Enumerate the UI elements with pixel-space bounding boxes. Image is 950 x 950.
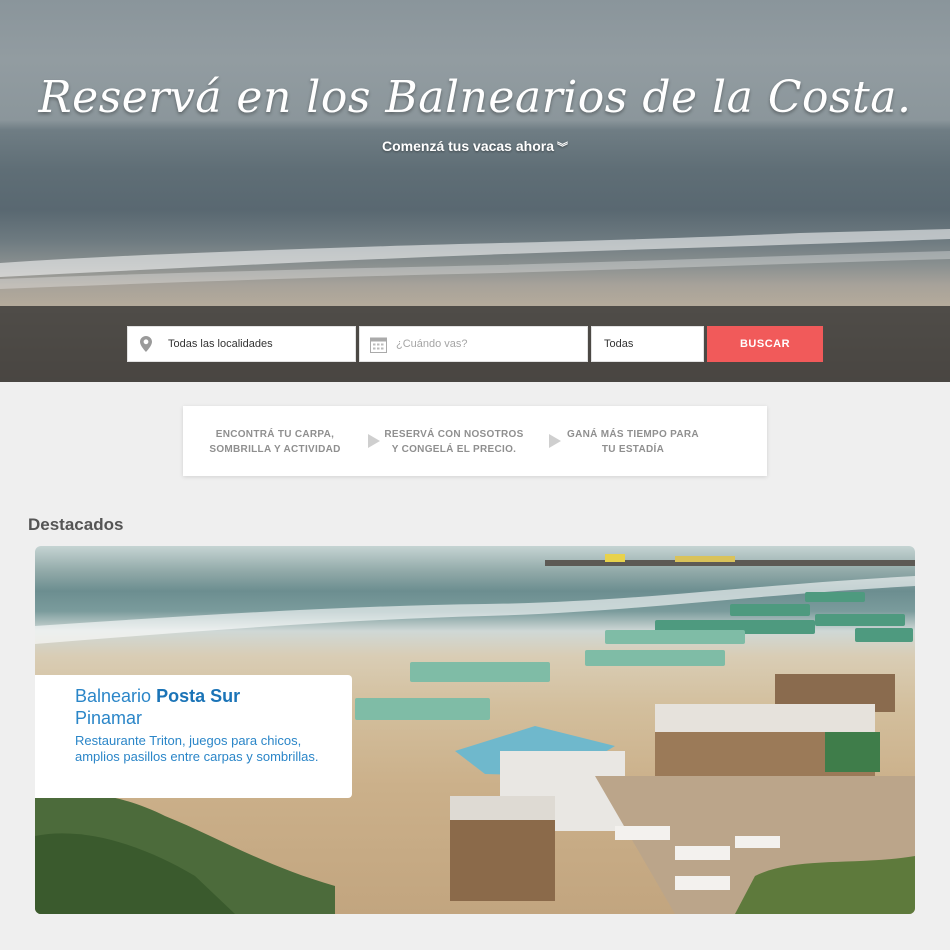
search-bar: Todas las localidades ¿Cuándo vas? Todas… [0,306,950,382]
how-it-works-steps: ENCONTRÁ TU CARPA, SOMBRILLA Y ACTIVIDAD… [183,406,767,476]
sea-waves-decoration [0,229,950,289]
location-select[interactable]: Todas las localidades [127,326,356,362]
balneario-name-bold: Posta Sur [156,686,241,706]
date-input[interactable]: ¿Cuándo vas? [359,326,588,362]
search-button[interactable]: BUSCAR [707,326,823,362]
balneario-name: Balneario Posta Sur [75,685,340,707]
featured-section-title: Destacados [28,515,124,534]
featured-balneario-card[interactable]: Balneario Posta Sur Pinamar Restaurante … [35,546,915,914]
type-select[interactable]: Todas [591,326,704,362]
step-2: RESERVÁ CON NOSOTROS Y CONGELÁ EL PRECIO… [379,427,529,457]
map-pin-icon [128,336,164,352]
hero-banner: Reservá en los Balnearios de la Costa. C… [0,0,950,382]
step-3: GANÁ MÁS TIEMPO PARA TU ESTADÍA [558,427,708,457]
balneario-city: Pinamar [75,708,143,728]
double-chevron-down-icon: ︾ [556,142,568,154]
step-3-line2: TU ESTADÍA [601,444,665,455]
step-1: ENCONTRÁ TU CARPA, SOMBRILLA Y ACTIVIDAD [200,427,350,457]
type-value: Todas [604,338,634,350]
balneario-info-box: Balneario Posta Sur Pinamar Restaurante … [35,675,352,798]
step-3-line1: GANÁ MÁS TIEMPO PARA [567,429,699,440]
location-value: Todas las localidades [168,338,273,350]
step-2-line1: RESERVÁ CON NOSOTROS [384,429,524,440]
balneario-name-prefix: Balneario [75,686,152,706]
step-1-line2: SOMBRILLA Y ACTIVIDAD [209,444,341,455]
calendar-icon [360,336,396,353]
hero-subtitle[interactable]: Comenzá tus vacas ahora ︾ [0,138,950,155]
hero-subtitle-text: Comenzá tus vacas ahora [382,138,554,154]
step-1-line1: ENCONTRÁ TU CARPA, [215,429,335,440]
step-2-line2: Y CONGELÁ EL PRECIO. [391,444,517,455]
hero-title: Reservá en los Balnearios de la Costa. [38,72,912,123]
balneario-description: Restaurante Triton, juegos para chicos, … [75,733,319,764]
date-placeholder: ¿Cuándo vas? [396,338,468,350]
